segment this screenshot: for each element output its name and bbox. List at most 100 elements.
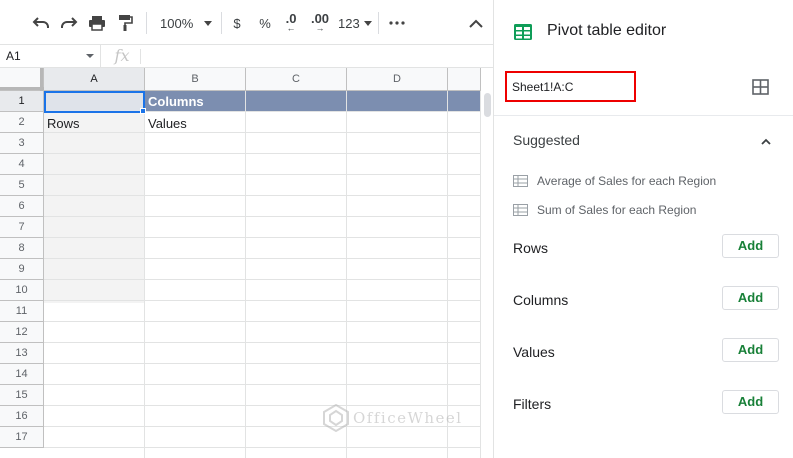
row-header-3[interactable]: 3 — [0, 133, 44, 154]
watermark-logo-icon — [323, 404, 349, 432]
chevron-up-icon[interactable] — [760, 137, 772, 147]
suggested-heading: Suggested — [513, 132, 580, 148]
suggestion-item[interactable]: Average of Sales for each Region — [513, 172, 716, 190]
row-header-15[interactable]: 15 — [0, 385, 44, 406]
row-header-17[interactable]: 17 — [0, 427, 44, 448]
chevron-down-icon — [86, 54, 94, 58]
cell-a2[interactable]: Rows — [44, 113, 80, 134]
formula-input[interactable] — [146, 45, 486, 67]
column-header-c[interactable]: C — [246, 68, 347, 91]
watermark: OfficeWheel — [323, 404, 463, 432]
row-header-8[interactable]: 8 — [0, 238, 44, 259]
redo-icon — [61, 17, 78, 28]
grid-line — [44, 237, 480, 238]
row-header-12[interactable]: 12 — [0, 322, 44, 343]
grid-line — [245, 91, 246, 458]
suggestion-label: Average of Sales for each Region — [537, 174, 717, 188]
print-button[interactable] — [86, 12, 108, 34]
zoom-value: 100% — [160, 15, 194, 31]
chevron-down-icon — [204, 21, 212, 26]
collapse-toolbar-button[interactable] — [466, 12, 486, 34]
zoom-select[interactable]: 100% — [156, 12, 214, 34]
paint-format-icon — [119, 15, 133, 31]
row-header-14[interactable]: 14 — [0, 364, 44, 385]
arrow-right-icon: → — [315, 23, 325, 33]
grid-line — [447, 91, 448, 458]
add-columns-button[interactable]: Add — [722, 286, 779, 310]
watermark-text: OfficeWheel — [353, 409, 463, 427]
row-header-4[interactable]: 4 — [0, 154, 44, 175]
cell-b2[interactable]: Values — [145, 113, 187, 134]
fx-icon: fx — [114, 46, 130, 65]
name-box[interactable]: A1 — [0, 45, 101, 67]
arrow-left-icon: ← — [286, 23, 296, 33]
grid-line — [44, 132, 480, 133]
more-button[interactable] — [386, 12, 408, 34]
grid-line — [44, 258, 480, 259]
row-header-2[interactable]: 2 — [0, 112, 44, 133]
cell-reference: A1 — [6, 49, 21, 63]
row-header-1[interactable]: 1 — [0, 91, 44, 112]
selected-cell-a1[interactable] — [44, 91, 145, 113]
app-window: 100% $ % .0 ← .00 → 123 A1 fx A B C D 1 … — [0, 0, 793, 458]
rows-section-label: Rows — [513, 240, 549, 256]
column-header-e[interactable] — [448, 68, 481, 91]
chevron-down-icon — [364, 21, 372, 26]
grid-line — [44, 195, 480, 196]
select-range-grid-icon[interactable] — [752, 79, 769, 95]
grid-line — [44, 447, 480, 448]
vertical-scrollbar[interactable] — [480, 91, 493, 458]
pivot-table-editor-panel: Pivot table editor Sheet1!A:C Suggested … — [493, 0, 793, 458]
sheet-area: 100% $ % .0 ← .00 → 123 A1 fx A B C D 1 … — [0, 0, 493, 458]
add-values-button[interactable]: Add — [722, 338, 779, 362]
formula-divider — [140, 49, 141, 64]
decrease-decimal-button[interactable]: .0 ← — [280, 12, 302, 34]
paint-format-button[interactable] — [114, 12, 136, 34]
more-horizontal-icon — [389, 21, 405, 25]
column-header-b[interactable]: B — [145, 68, 246, 91]
undo-icon — [32, 17, 49, 28]
row-header-7[interactable]: 7 — [0, 217, 44, 238]
currency-button[interactable]: $ — [228, 12, 246, 34]
grid-line — [44, 279, 480, 280]
cell-b1[interactable]: Columns — [145, 91, 204, 112]
grid-line — [144, 91, 145, 458]
redo-button[interactable] — [58, 12, 80, 34]
print-icon — [89, 16, 105, 31]
select-all-corner[interactable] — [0, 68, 44, 91]
grid-line — [44, 153, 480, 154]
row-header-9[interactable]: 9 — [0, 259, 44, 280]
sheets-table-icon — [514, 24, 532, 40]
cell-area[interactable]: Columns Rows Values — [44, 91, 480, 458]
row-header-5[interactable]: 5 — [0, 175, 44, 196]
undo-button[interactable] — [30, 12, 52, 34]
table-icon — [513, 204, 528, 216]
row-header-6[interactable]: 6 — [0, 196, 44, 217]
filters-section-label: Filters — [513, 396, 552, 412]
number-format-label: 123 — [338, 15, 360, 31]
editor-header: Pivot table editor — [494, 0, 793, 66]
row-header-10[interactable]: 10 — [0, 280, 44, 301]
suggestion-label: Sum of Sales for each Region — [537, 203, 697, 217]
row-header-16[interactable]: 16 — [0, 406, 44, 427]
values-section-label: Values — [513, 344, 555, 360]
grid-line — [44, 216, 480, 217]
grid-line — [44, 321, 480, 322]
toolbar-divider — [146, 12, 147, 34]
table-icon — [513, 175, 528, 187]
increase-decimal-button[interactable]: .00 → — [308, 12, 332, 34]
row-header-13[interactable]: 13 — [0, 343, 44, 364]
add-rows-button[interactable]: Add — [722, 234, 779, 258]
suggestion-item[interactable]: Sum of Sales for each Region — [513, 201, 696, 219]
formula-bar: A1 fx — [0, 44, 493, 68]
column-header-d[interactable]: D — [347, 68, 448, 91]
add-filters-button[interactable]: Add — [722, 390, 779, 414]
number-format-select[interactable]: 123 — [338, 12, 372, 34]
grid-line — [44, 174, 480, 175]
scrollbar-thumb[interactable] — [484, 93, 491, 117]
data-range-input[interactable]: Sheet1!A:C — [505, 71, 636, 102]
chevron-up-icon — [469, 19, 483, 28]
percent-button[interactable]: % — [256, 12, 274, 34]
column-header-a[interactable]: A — [44, 68, 145, 91]
row-header-11[interactable]: 11 — [0, 301, 44, 322]
